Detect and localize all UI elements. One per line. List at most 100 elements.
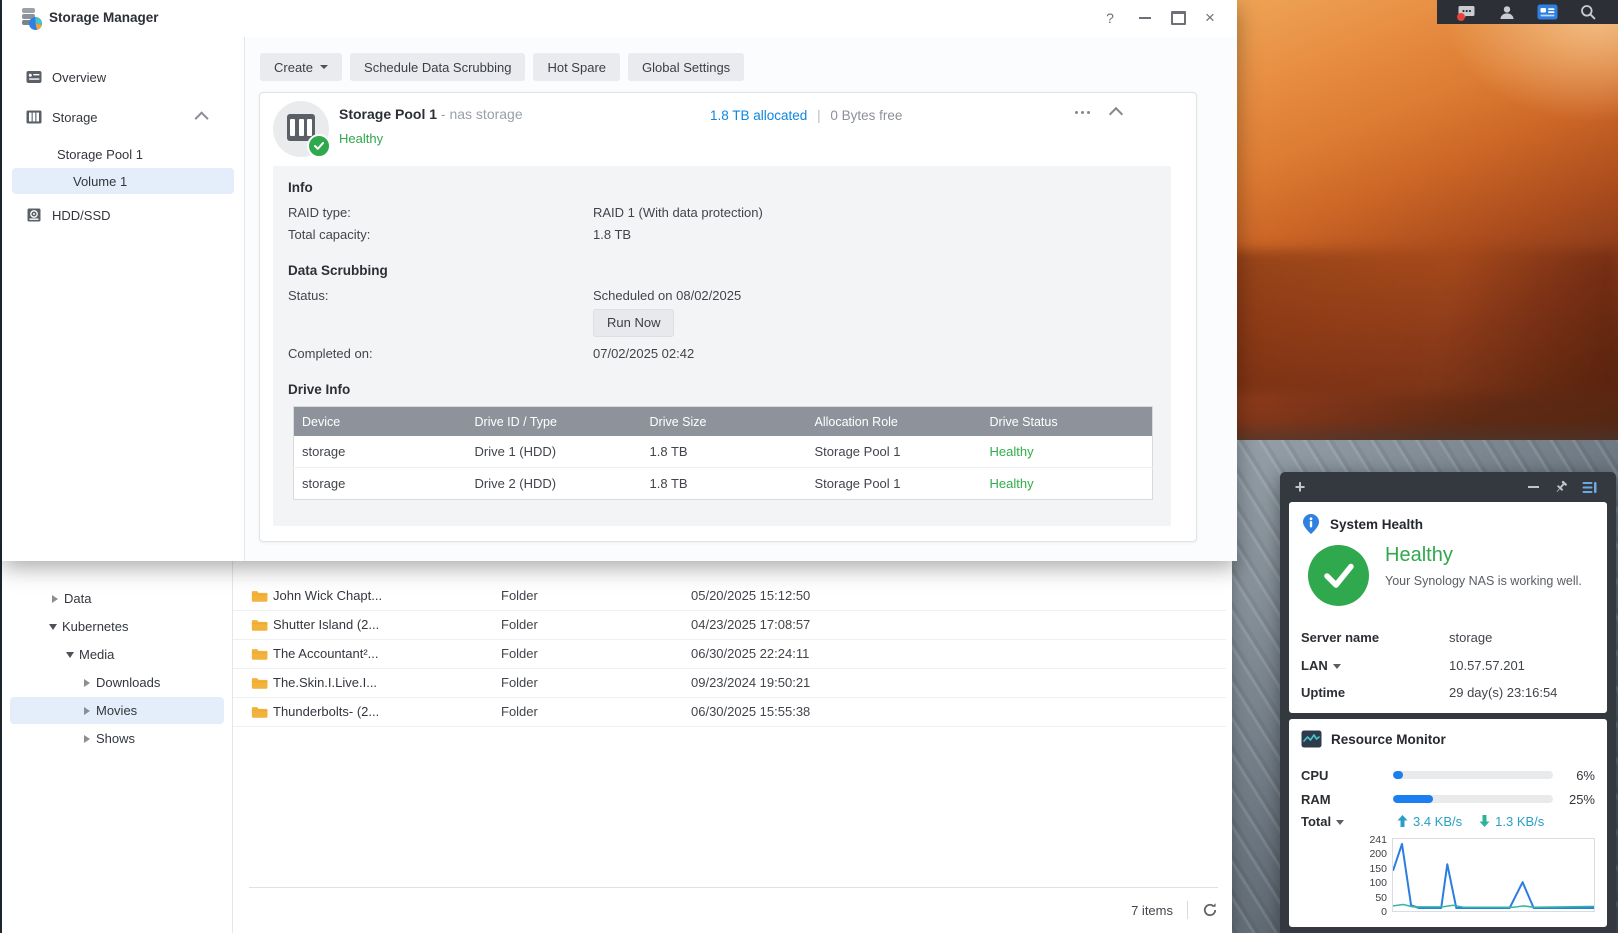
collapse-panel-icon[interactable]	[1104, 105, 1128, 121]
add-widget-icon[interactable]: +	[1290, 478, 1310, 496]
file-row[interactable]: Shutter Island (2... Folder 04/23/2025 1…	[233, 610, 1226, 640]
search-icon[interactable]	[1577, 3, 1599, 21]
global-settings-button[interactable]: Global Settings	[628, 53, 744, 81]
cpu-bar-fill	[1393, 771, 1403, 779]
widgets-icon[interactable]	[1537, 3, 1559, 21]
file-row[interactable]: The Accountant²... Folder 06/30/2025 22:…	[233, 639, 1226, 669]
free-space: 0 Bytes free	[830, 108, 902, 123]
ram-row: RAM 25%	[1301, 791, 1595, 807]
tree-item-shows[interactable]: Shows	[10, 725, 224, 752]
statusbar-divider	[1187, 901, 1188, 919]
close-button[interactable]: ×	[1198, 6, 1222, 30]
folder-icon	[251, 589, 268, 603]
help-button[interactable]: ?	[1098, 6, 1122, 30]
hot-spare-button[interactable]: Hot Spare	[533, 53, 620, 81]
sidebar-item-volume-1[interactable]: Volume 1	[12, 168, 234, 194]
widget-title: System Health	[1330, 517, 1423, 532]
sidebar-item-overview[interactable]: Overview	[12, 64, 234, 90]
refresh-icon[interactable]	[1202, 902, 1218, 918]
chevron-right-icon[interactable]	[84, 679, 90, 687]
tree-item-label: Movies	[96, 703, 137, 718]
canyon-wallpaper	[1185, 0, 1618, 480]
total-dropdown[interactable]: Total	[1301, 814, 1353, 829]
table-row[interactable]: storage Drive 1 (HDD) 1.8 TB Storage Poo…	[294, 436, 1153, 468]
system-health-widget: System Health Healthy Your Synology NAS …	[1289, 502, 1607, 713]
pool-health-status: Healthy	[339, 131, 383, 146]
chevron-down-icon[interactable]	[49, 624, 57, 630]
run-now-button[interactable]: Run Now	[593, 309, 674, 337]
folder-icon	[251, 647, 268, 661]
lan-dropdown[interactable]: LAN	[1301, 658, 1449, 673]
file-type: Folder	[501, 646, 538, 661]
sidebar-item-storage-pool-1[interactable]: Storage Pool 1	[12, 141, 234, 167]
chevron-up-icon[interactable]	[195, 111, 209, 125]
scrubbing-status-value: Scheduled on 08/02/2025	[593, 288, 741, 303]
tree-item-data[interactable]: Data	[10, 585, 224, 612]
file-row[interactable]: John Wick Chapt... Folder 05/20/2025 15:…	[233, 581, 1226, 611]
table-row[interactable]: storage Drive 2 (HDD) 1.8 TB Storage Poo…	[294, 468, 1153, 500]
sidebar-item-label: HDD/SSD	[52, 208, 111, 223]
file-row[interactable]: The.Skin.I.Live.I... Folder 09/23/2024 1…	[233, 668, 1226, 698]
dock-widget-icon[interactable]	[1579, 478, 1599, 496]
dropdown-caret-icon	[1333, 664, 1341, 669]
tree-item-movies[interactable]: Movies	[10, 697, 224, 724]
widget-minimize-icon[interactable]	[1523, 478, 1543, 496]
completed-on-value: 07/02/2025 02:42	[593, 346, 694, 361]
chevron-right-icon[interactable]	[84, 735, 90, 743]
chevron-right-icon[interactable]	[52, 595, 58, 603]
tree-item-media[interactable]: Media	[10, 641, 224, 668]
tree-item-downloads[interactable]: Downloads	[10, 669, 224, 696]
sidebar-item-label: Storage	[52, 110, 98, 125]
sidebar-item-label: Storage Pool 1	[57, 147, 143, 162]
file-name: John Wick Chapt...	[273, 588, 382, 603]
col-drive-id-type: Drive ID / Type	[467, 407, 642, 437]
desktop: { "taskbar": { "icons": [ {"name": "chat…	[0, 0, 1618, 933]
healthy-check-circle-icon	[1308, 545, 1369, 606]
chevron-down-icon[interactable]	[66, 652, 74, 658]
file-row[interactable]: Thunderbolts- (2... Folder 06/30/2025 15…	[233, 697, 1226, 727]
chart-y-axis: 241200150100500	[1329, 833, 1387, 919]
col-device: Device	[294, 407, 467, 437]
widget-titlebar[interactable]: +	[1280, 472, 1616, 502]
sidebar-item-hdd-ssd[interactable]: HDD/SSD	[12, 202, 234, 228]
health-description: Your Synology NAS is working well.	[1385, 572, 1593, 591]
user-icon[interactable]	[1496, 3, 1518, 21]
minimize-button[interactable]	[1133, 6, 1157, 30]
chevron-right-icon[interactable]	[84, 707, 90, 715]
folder-icon	[251, 705, 268, 719]
total-capacity-value: 1.8 TB	[593, 227, 631, 242]
storage-manager-content: Create Schedule Data Scrubbing Hot Spare…	[245, 37, 1237, 561]
file-type: Folder	[501, 704, 538, 719]
tree-item-kubernetes[interactable]: Kubernetes	[10, 613, 224, 640]
chat-icon[interactable]	[1456, 3, 1478, 21]
folder-icon	[251, 676, 268, 690]
uptime-row: Uptime 29 day(s) 23:16:54	[1301, 679, 1595, 707]
ram-percent: 25%	[1569, 792, 1595, 807]
file-type: Folder	[501, 675, 538, 690]
pool-details: Info RAID type: RAID 1 (With data protec…	[273, 166, 1171, 526]
col-drive-size: Drive Size	[642, 407, 807, 437]
pin-icon[interactable]	[1551, 478, 1571, 496]
file-type: Folder	[501, 588, 538, 603]
sidebar-item-storage[interactable]: Storage	[12, 104, 234, 130]
file-station-statusbar: 7 items	[249, 887, 1218, 932]
dropdown-caret-icon	[320, 65, 328, 69]
allocated-link[interactable]: 1.8 TB allocated	[710, 108, 807, 123]
tree-item-label: Downloads	[96, 675, 160, 690]
titlebar[interactable]: Storage Manager ? ×	[2, 0, 1237, 38]
toolbar: Create Schedule Data Scrubbing Hot Spare…	[260, 53, 744, 81]
system-health-icon	[1301, 513, 1321, 535]
more-options-icon[interactable]	[1068, 103, 1096, 121]
maximize-button[interactable]	[1166, 6, 1190, 30]
window-title: Storage Manager	[49, 10, 159, 25]
file-name: The Accountant²...	[273, 646, 379, 661]
schedule-data-scrubbing-button[interactable]: Schedule Data Scrubbing	[350, 53, 525, 81]
download-arrow-icon	[1479, 815, 1490, 827]
file-name: Thunderbolts- (2...	[273, 704, 379, 719]
cpu-bar	[1393, 771, 1553, 779]
create-button[interactable]: Create	[260, 53, 342, 81]
raid-type-label: RAID type:	[288, 205, 593, 220]
file-name: Shutter Island (2...	[273, 617, 379, 632]
storage-manager-window: Storage Manager ? × Overview Storage Sto…	[2, 0, 1237, 561]
item-count: 7 items	[1131, 903, 1173, 918]
